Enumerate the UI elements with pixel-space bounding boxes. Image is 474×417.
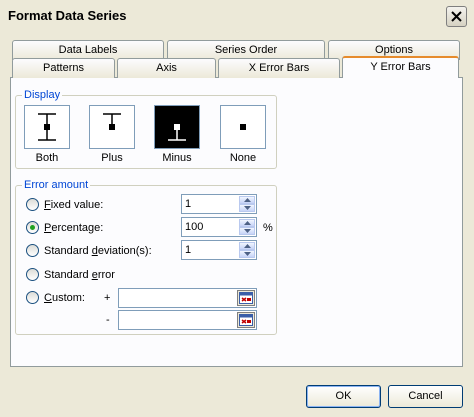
display-group: Display Both Plus Minus None bbox=[15, 89, 277, 169]
spin-down-button[interactable] bbox=[239, 227, 255, 235]
percentage-input[interactable] bbox=[185, 220, 237, 234]
range-selector-button[interactable] bbox=[237, 290, 255, 306]
custom-minus-field[interactable] bbox=[118, 310, 257, 330]
close-button[interactable] bbox=[446, 6, 467, 27]
custom-plus-label: + bbox=[104, 292, 111, 304]
tab-label: Y Error Bars bbox=[370, 61, 431, 73]
spin-down-button[interactable] bbox=[239, 204, 255, 212]
fixed-value-label: Fixed value: bbox=[44, 198, 104, 211]
fixed-value-option[interactable]: Fixed value: bbox=[26, 198, 103, 211]
display-option-label: Plus bbox=[101, 152, 123, 164]
display-option-minus[interactable]: Minus bbox=[154, 105, 200, 164]
custom-minus-input[interactable] bbox=[122, 313, 232, 327]
tab-x-error-bars[interactable]: X Error Bars bbox=[218, 58, 340, 78]
display-option-label: Both bbox=[35, 152, 59, 164]
std-error-label: Standard error bbox=[44, 268, 115, 281]
error-amount-group: Error amount Fixed value: Percentage: % bbox=[15, 179, 277, 335]
tab-patterns[interactable]: Patterns bbox=[12, 58, 115, 78]
chevron-up-icon bbox=[243, 244, 251, 248]
std-error-option[interactable]: Standard error bbox=[26, 268, 115, 281]
spin-down-button[interactable] bbox=[239, 250, 255, 258]
custom-plus-field[interactable] bbox=[118, 288, 257, 308]
display-option-label: None bbox=[229, 152, 257, 164]
percentage-radio[interactable] bbox=[26, 221, 39, 234]
std-deviation-spinner[interactable] bbox=[181, 240, 257, 260]
spin-up-button[interactable] bbox=[239, 196, 255, 204]
ok-button[interactable]: OK bbox=[306, 385, 381, 408]
percent-unit-label: % bbox=[263, 222, 273, 234]
percentage-spinner[interactable] bbox=[181, 217, 257, 237]
tab-data-labels[interactable]: Data Labels bbox=[12, 40, 164, 60]
tab-panel: Display Both Plus Minus None Error amoun… bbox=[10, 77, 463, 367]
tab-label: Data Labels bbox=[58, 44, 118, 56]
tab-label: Axis bbox=[156, 62, 177, 74]
error-bar-none-icon bbox=[220, 105, 266, 149]
tab-label: Options bbox=[375, 44, 413, 56]
chevron-up-icon bbox=[243, 221, 251, 225]
cancel-button[interactable]: Cancel bbox=[388, 385, 463, 408]
chevron-down-icon bbox=[243, 229, 251, 233]
error-bar-plus-icon bbox=[89, 105, 135, 149]
display-legend: Display bbox=[22, 89, 63, 101]
chevron-down-icon bbox=[243, 252, 251, 256]
close-icon bbox=[451, 11, 462, 22]
std-deviation-option[interactable]: Standard deviation(s): bbox=[26, 244, 152, 257]
std-deviation-input[interactable] bbox=[185, 243, 237, 257]
tab-series-order[interactable]: Series Order bbox=[167, 40, 325, 60]
error-bar-minus-icon bbox=[154, 105, 200, 149]
window-title: Format Data Series bbox=[8, 8, 127, 23]
chevron-up-icon bbox=[243, 198, 251, 202]
tab-y-error-bars[interactable]: Y Error Bars bbox=[342, 56, 459, 78]
range-selector-button[interactable] bbox=[237, 312, 255, 328]
tab-axis[interactable]: Axis bbox=[117, 58, 216, 78]
range-selector-icon bbox=[239, 292, 253, 304]
display-option-both[interactable]: Both bbox=[24, 105, 70, 164]
custom-label: Custom: bbox=[44, 291, 85, 304]
title-bar: Format Data Series bbox=[0, 0, 474, 30]
custom-option[interactable]: Custom: bbox=[26, 291, 85, 304]
std-deviation-radio[interactable] bbox=[26, 244, 39, 257]
spin-up-button[interactable] bbox=[239, 219, 255, 227]
chevron-down-icon bbox=[243, 206, 251, 210]
fixed-value-input[interactable] bbox=[185, 197, 237, 211]
error-amount-legend: Error amount bbox=[22, 179, 91, 191]
fixed-value-spinner[interactable] bbox=[181, 194, 257, 214]
custom-plus-input[interactable] bbox=[122, 291, 232, 305]
tab-label: X Error Bars bbox=[248, 62, 310, 74]
tab-label: Series Order bbox=[214, 44, 278, 56]
custom-radio[interactable] bbox=[26, 291, 39, 304]
display-option-label: Minus bbox=[162, 152, 192, 164]
fixed-value-radio[interactable] bbox=[26, 198, 39, 211]
error-bar-both-icon bbox=[24, 105, 70, 149]
percentage-label: Percentage: bbox=[44, 221, 104, 234]
display-option-none[interactable]: None bbox=[220, 105, 266, 164]
std-deviation-label: Standard deviation(s): bbox=[44, 244, 152, 257]
custom-minus-label: - bbox=[106, 314, 110, 326]
spin-up-button[interactable] bbox=[239, 242, 255, 250]
percentage-option[interactable]: Percentage: bbox=[26, 221, 103, 234]
std-error-radio[interactable] bbox=[26, 268, 39, 281]
tab-label: Patterns bbox=[43, 62, 84, 74]
range-selector-icon bbox=[239, 314, 253, 326]
display-option-plus[interactable]: Plus bbox=[89, 105, 135, 164]
